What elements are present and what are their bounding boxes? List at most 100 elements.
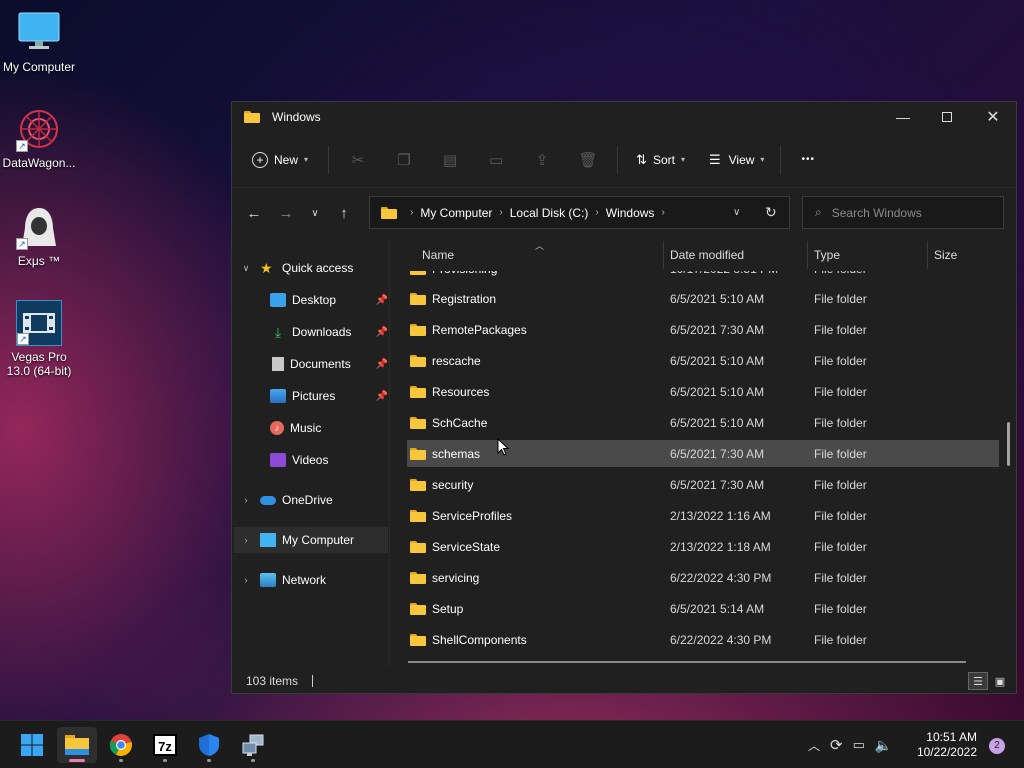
file-name: Resources	[432, 384, 490, 399]
column-date-modified[interactable]: Date modified	[662, 239, 744, 271]
file-row[interactable]: ServiceState 2/13/2022 1:18 AM File fold…	[407, 533, 999, 560]
file-type: File folder	[814, 384, 867, 399]
shield-icon	[199, 734, 219, 756]
clock[interactable]: 10:51 AM 10/22/2022	[917, 730, 977, 760]
file-row[interactable]: Setup 6/5/2021 5:14 AM File folder	[407, 595, 999, 622]
column-type[interactable]: Type	[806, 239, 840, 271]
address-bar[interactable]: › My Computer › Local Disk (C:) › Window…	[369, 196, 790, 229]
nav-item-pictures[interactable]: Pictures 📌	[270, 383, 388, 409]
rename-icon: ▭	[488, 151, 504, 169]
nav-quick-access[interactable]: ∨ ★ Quick access	[240, 255, 388, 281]
taskbar-security[interactable]	[189, 727, 229, 763]
nav-item-videos[interactable]: Videos	[270, 447, 388, 473]
toolbar-divider	[328, 145, 330, 174]
close-icon: ✕	[986, 109, 1000, 126]
show-hidden-icons-icon[interactable]: ︿	[808, 737, 820, 754]
window-title: Windows	[272, 110, 321, 124]
clock-date: 10/22/2022	[916, 745, 977, 759]
video-icon	[270, 453, 286, 467]
toolbar-divider	[617, 145, 619, 174]
file-row[interactable]: SchCache 6/5/2021 5:10 AM File folder	[407, 409, 999, 436]
file-row[interactable]: servicing 6/22/2022 4:30 PM File folder	[407, 564, 999, 591]
close-button[interactable]: ✕	[970, 102, 1016, 132]
chevron-right-icon[interactable]: ›	[240, 575, 252, 585]
sort-button[interactable]: ⇅ Sort ▾	[630, 144, 691, 176]
recent-locations-button[interactable]: ∨	[302, 199, 328, 227]
desktop-icon-label: Vegas Pro 13.0 (64-bit)	[6, 350, 72, 378]
breadcrumb-local-disk[interactable]: Local Disk (C:)	[510, 206, 589, 220]
file-row[interactable]: rescache 6/5/2021 5:10 AM File folder	[407, 347, 999, 374]
search-input[interactable]: Search Windows	[832, 206, 922, 220]
column-header: ︿ Name Date modified Type Size	[391, 239, 1001, 271]
delete-button[interactable]: 🗑	[565, 144, 611, 176]
nav-item-desktop[interactable]: Desktop 📌	[270, 287, 388, 313]
desktop-icon-my-computer[interactable]: My Computer	[0, 10, 78, 74]
running-indicator	[163, 759, 167, 762]
rename-button[interactable]: ▭	[473, 144, 519, 176]
notification-badge[interactable]: 2	[989, 738, 1005, 754]
taskbar-7zip[interactable]: 7z	[145, 727, 185, 763]
desktop-icon-exus[interactable]: ↗ Exμs ™	[0, 204, 78, 268]
volume-icon[interactable]: 🔈	[875, 737, 892, 754]
nav-network[interactable]: › Network	[240, 567, 388, 593]
file-row[interactable]: Resources 6/5/2021 5:10 AM File folder	[407, 378, 999, 405]
file-row[interactable]: ServiceProfiles 2/13/2022 1:16 AM File f…	[407, 502, 999, 529]
chevron-down-icon[interactable]: ∨	[240, 263, 252, 274]
chevron-right-icon[interactable]: ›	[240, 495, 252, 505]
file-row[interactable]: security 6/5/2021 7:30 AM File folder	[407, 471, 999, 498]
address-dropdown-icon[interactable]: ∨	[733, 207, 740, 218]
horizontal-scrollbar-thumb[interactable]	[408, 661, 966, 663]
cut-button[interactable]: ✂	[335, 144, 381, 176]
column-name[interactable]: Name	[414, 239, 454, 271]
breadcrumb-my-computer[interactable]: My Computer	[420, 206, 492, 220]
monitor-icon	[260, 533, 276, 547]
column-size[interactable]: Size	[926, 239, 957, 271]
desktop-icon-vegas-pro[interactable]: ↗ Vegas Pro 13.0 (64-bit)	[0, 300, 78, 378]
nav-my-computer[interactable]: › My Computer	[234, 527, 388, 553]
view-button[interactable]: ☰ View ▾	[703, 144, 770, 176]
sync-icon[interactable]: ⟳	[830, 736, 843, 754]
forward-button[interactable]: →	[270, 199, 302, 227]
nav-item-documents[interactable]: Documents 📌	[270, 351, 388, 377]
chevron-right-icon[interactable]: ›	[240, 535, 252, 545]
back-button[interactable]: ←	[238, 199, 270, 227]
breadcrumb-windows[interactable]: Windows	[606, 206, 655, 220]
file-explorer-icon	[65, 735, 89, 755]
network-status-icon[interactable]: ▭	[853, 737, 865, 753]
maximize-button[interactable]	[924, 102, 970, 132]
folder-icon	[410, 571, 426, 584]
file-name: ServiceState	[432, 539, 501, 554]
more-options-button[interactable]: •••	[795, 144, 821, 176]
details-view-button[interactable]: ☰	[968, 672, 988, 690]
search-box[interactable]: ⌕ Search Windows	[802, 196, 1004, 229]
new-button[interactable]: + New ▾	[246, 144, 314, 176]
paste-button[interactable]: ▤	[427, 144, 473, 176]
refresh-icon[interactable]: ↻	[765, 204, 777, 221]
file-name: servicing	[432, 570, 480, 585]
file-type: File folder	[814, 322, 867, 337]
vertical-scrollbar-thumb[interactable]	[1007, 422, 1010, 466]
taskbar-network-app[interactable]	[233, 727, 273, 763]
file-row-selected[interactable]: schemas 6/5/2021 7:30 AM File folder	[407, 440, 999, 467]
tiles-view-button[interactable]: ▣	[990, 672, 1010, 690]
file-name: ServiceProfiles	[432, 508, 513, 523]
file-name: SchCache	[432, 415, 488, 430]
nav-onedrive[interactable]: › OneDrive	[240, 487, 388, 513]
minimize-button[interactable]: —	[880, 102, 926, 132]
nav-item-downloads[interactable]: ⤓ Downloads 📌	[270, 319, 388, 345]
file-row[interactable]: Registration 6/5/2021 5:10 AM File folde…	[407, 285, 999, 312]
folder-icon	[410, 416, 426, 429]
file-row[interactable]: ShellComponents 6/22/2022 4:30 PM File f…	[407, 626, 999, 653]
up-button[interactable]: ↑	[328, 199, 360, 227]
start-button[interactable]	[12, 727, 52, 763]
taskbar-file-explorer[interactable]	[57, 727, 97, 763]
datawagon-icon: ↗	[16, 106, 62, 152]
file-row[interactable]: RemotePackages 6/5/2021 7:30 AM File fol…	[407, 316, 999, 343]
desktop-icon-datawagon[interactable]: ↗ DataWagon...	[0, 106, 78, 170]
nav-item-music[interactable]: ♪ Music	[270, 415, 388, 441]
taskbar-chrome[interactable]	[101, 727, 141, 763]
copy-button[interactable]: ❐	[381, 144, 427, 176]
folder-icon	[381, 206, 397, 219]
file-name: Setup	[432, 601, 464, 616]
share-button[interactable]: ⇪	[519, 144, 565, 176]
